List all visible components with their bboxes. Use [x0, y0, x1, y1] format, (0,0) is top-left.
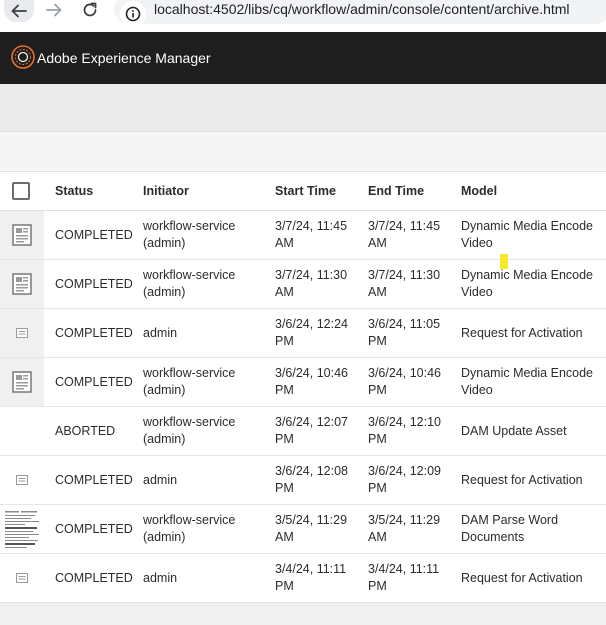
- page-bottom-area: [0, 603, 606, 625]
- browser-toolbar: localhost:4502/libs/cq/workflow/admin/co…: [0, 0, 606, 32]
- row-status: ABORTED: [55, 424, 116, 438]
- reload-button[interactable]: [76, 0, 104, 20]
- row-model: Request for Activation: [461, 473, 583, 487]
- row-status: COMPLETED: [55, 522, 133, 536]
- table-row[interactable]: COMPLETED admin 3/6/24, 12:08 PM 3/6/24,…: [0, 456, 606, 505]
- row-thumbnail: [0, 505, 44, 553]
- document-icon: [12, 224, 32, 246]
- row-model: DAM Parse Word Documents: [461, 513, 559, 544]
- row-initiator: workflow-service (admin): [143, 513, 236, 544]
- table-row[interactable]: COMPLETED admin 3/4/24, 11:11 PM 3/4/24,…: [0, 554, 606, 603]
- row-end-time: 3/6/24, 10:46 PM: [368, 366, 441, 397]
- row-end-time: 3/6/24, 12:09 PM: [368, 464, 441, 495]
- url-text: localhost:4502/libs/cq/workflow/admin/co…: [154, 1, 570, 17]
- row-end-time: 3/5/24, 11:29 AM: [368, 513, 441, 544]
- reload-icon: [83, 2, 97, 17]
- column-header-end-time[interactable]: End Time: [368, 184, 424, 198]
- row-end-time: 3/4/24, 11:11 PM: [368, 562, 440, 593]
- document-icon: [12, 371, 32, 393]
- row-thumbnail: [0, 260, 44, 308]
- row-status: COMPLETED: [55, 375, 133, 389]
- scanned-document-icon: [3, 509, 41, 549]
- row-thumbnail: [0, 456, 44, 504]
- table-row[interactable]: COMPLETED workflow-service (admin) 3/5/2…: [0, 505, 606, 554]
- row-model: DAM Update Asset: [461, 424, 567, 438]
- row-initiator: admin: [143, 473, 178, 487]
- row-start-time: 3/6/24, 12:24 PM: [275, 317, 348, 348]
- row-thumbnail: [0, 407, 44, 455]
- address-bar[interactable]: localhost:4502/libs/cq/workflow/admin/co…: [114, 0, 606, 27]
- forward-button[interactable]: [40, 0, 68, 20]
- table-header: Status Initiator Start Time End Time Mod…: [0, 172, 606, 211]
- row-model: Request for Activation: [461, 326, 583, 340]
- row-end-time: 3/7/24, 11:45 AM: [368, 219, 441, 250]
- row-initiator: admin: [143, 571, 178, 585]
- row-thumbnail: [0, 211, 44, 259]
- app-title[interactable]: Adobe Experience Manager: [37, 50, 211, 66]
- row-start-time: 3/7/24, 11:45 AM: [275, 219, 348, 250]
- row-model: Dynamic Media Encode Video: [461, 268, 594, 299]
- row-initiator: workflow-service (admin): [143, 219, 236, 250]
- row-end-time: 3/6/24, 12:10 PM: [368, 415, 441, 446]
- document-icon: [12, 273, 32, 295]
- back-button[interactable]: [4, 0, 34, 22]
- row-model: Dynamic Media Encode Video: [461, 366, 594, 397]
- row-start-time: 3/7/24, 11:30 AM: [275, 268, 348, 299]
- row-end-time: 3/6/24, 11:05 PM: [368, 317, 441, 348]
- column-header-initiator[interactable]: Initiator: [143, 184, 189, 198]
- row-status: COMPLETED: [55, 277, 133, 291]
- row-start-time: 3/4/24, 11:11 PM: [275, 562, 347, 593]
- row-status: COMPLETED: [55, 571, 133, 585]
- forward-arrow-icon: [46, 3, 62, 17]
- aem-logo-icon[interactable]: [11, 45, 35, 69]
- toolbar-spacer: [0, 132, 606, 172]
- row-thumbnail: [0, 358, 44, 406]
- row-start-time: 3/6/24, 12:07 PM: [275, 415, 348, 446]
- table-row[interactable]: COMPLETED admin 3/6/24, 12:24 PM 3/6/24,…: [0, 309, 606, 358]
- column-header-start-time[interactable]: Start Time: [275, 184, 336, 198]
- table-row[interactable]: COMPLETED workflow-service (admin) 3/6/2…: [0, 358, 606, 407]
- page-icon: [16, 328, 28, 338]
- row-start-time: 3/6/24, 12:08 PM: [275, 464, 348, 495]
- info-icon[interactable]: [120, 1, 146, 27]
- page-icon: [16, 475, 28, 485]
- row-status: COMPLETED: [55, 473, 133, 487]
- text-cursor-highlight: [500, 254, 508, 269]
- column-header-status[interactable]: Status: [55, 184, 93, 198]
- row-thumbnail: [0, 554, 44, 602]
- table-row[interactable]: ABORTED workflow-service (admin) 3/6/24,…: [0, 407, 606, 456]
- row-status: COMPLETED: [55, 228, 133, 242]
- row-initiator: workflow-service (admin): [143, 268, 236, 299]
- row-start-time: 3/5/24, 11:29 AM: [275, 513, 348, 544]
- table-row[interactable]: COMPLETED workflow-service (admin) 3/7/2…: [0, 260, 606, 309]
- page-icon: [16, 573, 28, 583]
- row-model: Dynamic Media Encode Video: [461, 219, 594, 250]
- row-initiator: workflow-service (admin): [143, 366, 236, 397]
- select-all-checkbox[interactable]: [12, 182, 30, 200]
- row-initiator: workflow-service (admin): [143, 415, 236, 446]
- action-bar: [0, 84, 606, 132]
- row-status: COMPLETED: [55, 326, 133, 340]
- column-header-model[interactable]: Model: [461, 184, 497, 198]
- row-end-time: 3/7/24, 11:30 AM: [368, 268, 441, 299]
- table-row[interactable]: COMPLETED workflow-service (admin) 3/7/2…: [0, 211, 606, 260]
- row-thumbnail: [0, 309, 44, 357]
- workflow-archive-table: Status Initiator Start Time End Time Mod…: [0, 172, 606, 603]
- app-header: Adobe Experience Manager: [0, 32, 606, 84]
- back-arrow-icon: [11, 4, 27, 18]
- row-start-time: 3/6/24, 10:46 PM: [275, 366, 348, 397]
- row-model: Request for Activation: [461, 571, 583, 585]
- row-initiator: admin: [143, 326, 178, 340]
